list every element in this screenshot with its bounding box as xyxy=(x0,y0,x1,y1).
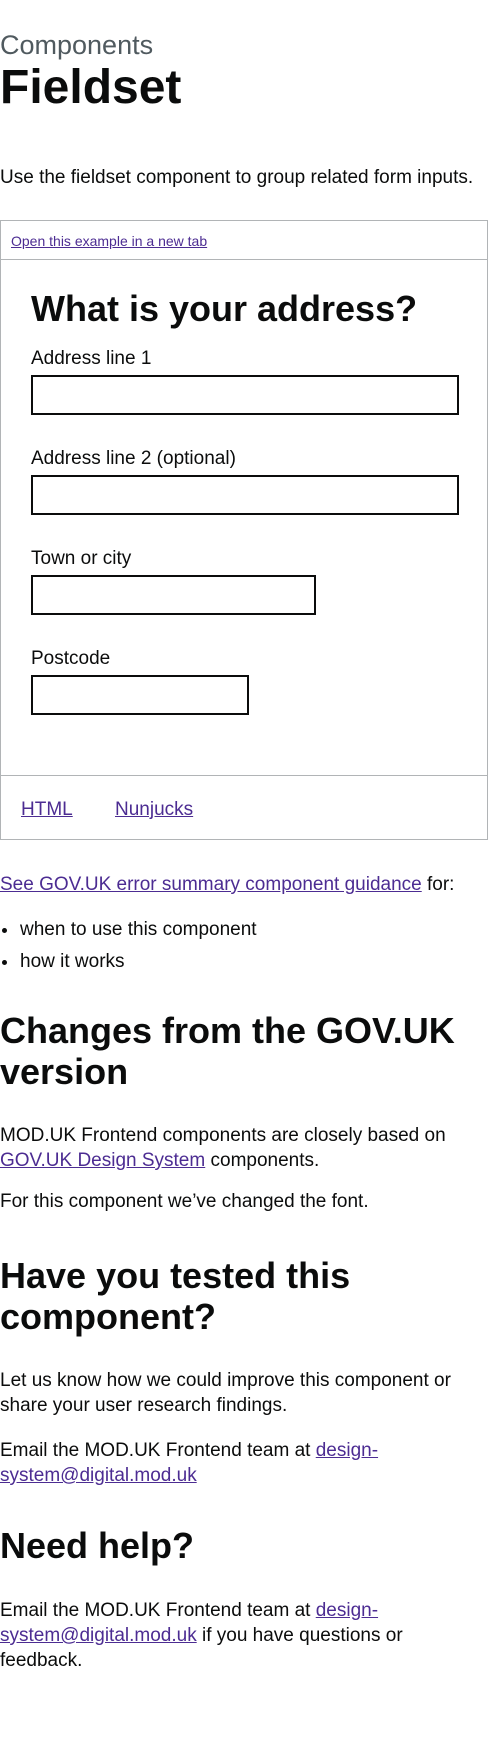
tested-heading: Have you tested this component? xyxy=(0,1255,351,1337)
guidance-suffix: for: xyxy=(421,874,455,895)
town-or-city-input[interactable] xyxy=(31,575,316,615)
tab-nunjucks[interactable]: Nunjucks xyxy=(115,798,193,822)
changes-paragraph: MOD.UK Frontend components are closely b… xyxy=(0,1123,490,1173)
tested-email-paragraph: Email the MOD.UK Frontend team at design… xyxy=(0,1438,490,1488)
address-line-1-input[interactable] xyxy=(31,375,459,415)
code-tabs: HTML Nunjucks xyxy=(1,775,487,840)
fieldset-legend: What is your address? xyxy=(31,288,418,329)
help-paragraph: Email the MOD.UK Frontend team at design… xyxy=(0,1598,490,1673)
font-change-text: For this component we’ve changed the fon… xyxy=(0,1191,369,1212)
changes-text-suffix: components. xyxy=(205,1150,320,1171)
list-item-text: when to use this component xyxy=(20,919,257,940)
page-caption: Components xyxy=(0,30,154,60)
address-line-2-input[interactable] xyxy=(31,475,459,515)
example-frame: Open this example in a new tab What is y… xyxy=(0,220,488,840)
address-line-2-label: Address line 2 (optional) xyxy=(31,448,236,469)
intro-text: Use the fieldset component to group rela… xyxy=(0,167,474,188)
address-line-1-label: Address line 1 xyxy=(31,348,152,369)
help-heading: Need help? xyxy=(0,1525,195,1566)
tab-html[interactable]: HTML xyxy=(21,798,73,822)
postcode-label: Postcode xyxy=(31,648,111,669)
changes-heading: Changes from the GOV.UK version xyxy=(0,1010,455,1092)
tested-paragraph: Let us know how we could improve this co… xyxy=(0,1370,451,1416)
changes-text-prefix: MOD.UK Frontend components are closely b… xyxy=(0,1125,446,1146)
example-toolbar: Open this example in a new tab xyxy=(1,221,487,260)
bullet-icon xyxy=(2,960,7,965)
guidance-link[interactable]: See GOV.UK error summary component guida… xyxy=(0,874,422,895)
bullet-icon xyxy=(2,928,7,933)
page-title: Fieldset xyxy=(0,61,182,114)
help-text-prefix: Email the MOD.UK Frontend team at xyxy=(0,1600,316,1621)
postcode-input[interactable] xyxy=(31,675,249,715)
tested-email-prefix: Email the MOD.UK Frontend team at xyxy=(0,1440,316,1461)
design-system-link[interactable]: GOV.UK Design System xyxy=(0,1150,205,1171)
open-example-link[interactable]: Open this example in a new tab xyxy=(11,232,207,250)
list-item-text: how it works xyxy=(20,951,125,972)
guidance-paragraph: See GOV.UK error summary component guida… xyxy=(0,872,490,897)
town-or-city-label: Town or city xyxy=(31,548,132,569)
